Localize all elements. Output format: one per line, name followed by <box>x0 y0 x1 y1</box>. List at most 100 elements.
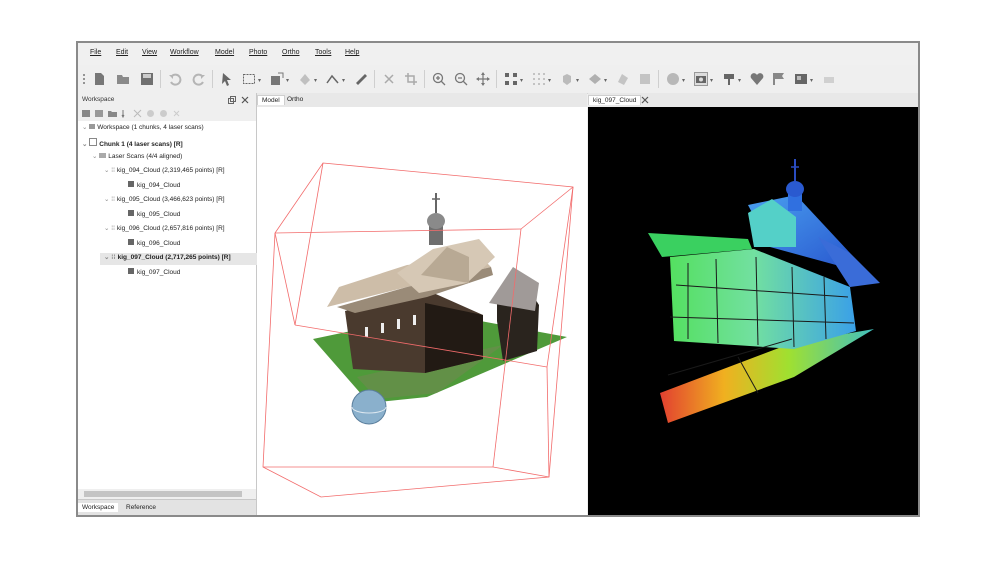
toolbar: ▾ ▾ ▾ ▾ ▾ ▾ ▾ ▾ ▾ ▾ ▾ ▾ <box>78 65 918 94</box>
tree-item-scan[interactable]: ⌄ ⁞⁞ kig_094_Cloud (2,319,465 points) [R] <box>104 166 225 178</box>
tree-item-scan[interactable]: ⌄ ⁞⁞ kig_095_Cloud (3,466,623 points) [R] <box>104 195 225 207</box>
tree-item-scan-image[interactable]: kig_094_Cloud <box>128 181 180 193</box>
polyline-icon[interactable] <box>326 72 340 86</box>
tree-item-workspace[interactable]: ⌄ Workspace (1 chunks, 4 laser scans) <box>82 123 204 135</box>
menu-file[interactable]: File <box>90 49 101 56</box>
chevron-down-icon[interactable]: ▾ <box>258 77 261 84</box>
shapes-icon[interactable] <box>722 72 736 86</box>
ortho-icon[interactable] <box>794 72 808 86</box>
save-icon[interactable] <box>140 72 154 86</box>
image-icon <box>128 268 134 274</box>
cloud-viewport[interactable] <box>588 107 918 515</box>
toolbar-separator <box>374 70 375 88</box>
point-cloud-icon: ⁞⁞ <box>111 196 115 203</box>
menu-tools[interactable]: Tools <box>315 49 331 56</box>
tab-cloud[interactable]: kig_097_Cloud <box>588 95 642 105</box>
menu-photo[interactable]: Photo <box>249 49 267 56</box>
menu-view[interactable]: View <box>142 49 157 56</box>
chevron-down-icon[interactable]: ▾ <box>810 77 813 84</box>
tab-workspace[interactable]: Workspace <box>78 503 119 512</box>
rotate-region-icon[interactable] <box>298 72 312 86</box>
remove-icon[interactable] <box>133 109 142 118</box>
select-icon[interactable] <box>220 72 234 86</box>
mask-icon[interactable] <box>616 72 630 86</box>
tree-item-scan[interactable]: ⌄ ⁞⁞ kig_096_Cloud (2,657,816 points) [R] <box>104 224 225 236</box>
chevron-down-icon[interactable]: ▾ <box>682 77 685 84</box>
markers-icon[interactable] <box>750 72 764 86</box>
image-icon <box>128 239 134 245</box>
navigation-sphere[interactable] <box>351 389 387 425</box>
reset-view-icon[interactable] <box>822 72 836 86</box>
workspace-tab-bar: Workspace Reference <box>78 499 256 515</box>
chevron-down-icon[interactable]: ▾ <box>576 77 579 84</box>
toolbar-grip-icon <box>83 74 85 84</box>
zoom-in-icon[interactable] <box>432 72 446 86</box>
cloud-dome <box>786 181 804 197</box>
tree-item-chunk[interactable]: ⌄ Chunk 1 (4 laser scans) [R] <box>82 138 183 150</box>
scrollbar-thumb[interactable] <box>84 491 242 497</box>
tab-ortho[interactable]: Ortho <box>283 95 307 104</box>
model-solid-icon[interactable] <box>560 72 574 86</box>
tree-item-scan-image[interactable]: kig_097_Cloud <box>128 268 180 280</box>
move-icon[interactable] <box>476 72 490 86</box>
model-viewport[interactable] <box>257 107 587 515</box>
rect-select-icon[interactable] <box>242 72 256 86</box>
undo-icon[interactable] <box>168 72 182 86</box>
disable-icon[interactable] <box>159 109 168 118</box>
menu-model[interactable]: Model <box>215 49 234 56</box>
ruler-icon[interactable] <box>354 72 368 86</box>
resize-region-icon[interactable] <box>270 72 284 86</box>
delete-icon[interactable] <box>382 72 396 86</box>
chevron-down-icon[interactable]: ▾ <box>738 77 741 84</box>
float-pane-icon[interactable] <box>228 96 236 104</box>
menu-edit[interactable]: Edit <box>116 49 128 56</box>
cloud-view-tabs: kig_097_Cloud <box>588 93 918 107</box>
toolbar-separator <box>424 70 425 88</box>
menu-ortho[interactable]: Ortho <box>282 49 300 56</box>
dem-icon[interactable] <box>666 72 680 86</box>
close-icon[interactable] <box>241 96 249 104</box>
tiled-model-icon[interactable] <box>638 72 652 86</box>
flag-icon[interactable] <box>772 72 786 86</box>
close-icon[interactable] <box>641 96 649 104</box>
point-cloud-icon: ⁞⁞ <box>111 167 115 174</box>
add-chunk-icon[interactable] <box>82 109 91 118</box>
redo-icon[interactable] <box>192 72 206 86</box>
chevron-down-icon[interactable]: ▾ <box>604 77 607 84</box>
sort-icon[interactable] <box>121 109 130 118</box>
image-icon <box>128 210 134 216</box>
cloud-view: kig_097_Cloud <box>588 93 918 515</box>
enable-icon[interactable] <box>146 109 155 118</box>
chevron-down-icon[interactable]: ▾ <box>710 77 713 84</box>
menu-help[interactable]: Help <box>345 49 359 56</box>
chevron-down-icon[interactable]: ▾ <box>286 77 289 84</box>
tree-item-scan-image[interactable]: kig_095_Cloud <box>128 210 180 222</box>
horizontal-scrollbar[interactable] <box>78 489 256 499</box>
tab-model[interactable]: Model <box>257 95 285 105</box>
model-view: Model Ortho <box>257 93 587 515</box>
point-cloud-icon: ⁞⁞ <box>111 225 115 232</box>
camera-icon[interactable] <box>694 72 708 86</box>
add-folder-icon[interactable] <box>108 109 117 118</box>
open-icon[interactable] <box>116 72 130 86</box>
grid-points-icon[interactable] <box>504 72 518 86</box>
chevron-down-icon[interactable]: ▾ <box>548 77 551 84</box>
close-icon[interactable] <box>172 109 181 118</box>
add-photos-icon[interactable] <box>95 109 104 118</box>
new-icon[interactable] <box>92 72 106 86</box>
image-icon <box>128 181 134 187</box>
tab-reference[interactable]: Reference <box>122 503 160 512</box>
chevron-down-icon[interactable]: ▾ <box>342 77 345 84</box>
tree-item-laser-scans[interactable]: ⌄ Laser Scans (4/4 aligned) <box>92 152 182 164</box>
menu-workflow[interactable]: Workflow <box>170 49 199 56</box>
tree-item-scan-selected[interactable]: ⌄ ⁞⁞ kig_097_Cloud (2,717,265 points) [R] <box>100 253 260 265</box>
zoom-out-icon[interactable] <box>454 72 468 86</box>
crop-icon[interactable] <box>404 72 418 86</box>
dense-cloud-icon[interactable] <box>532 72 546 86</box>
workspace-toolbar <box>78 107 256 121</box>
tree-item-scan-image[interactable]: kig_096_Cloud <box>128 239 180 251</box>
toolbar-separator <box>212 70 213 88</box>
chevron-down-icon[interactable]: ▾ <box>520 77 523 84</box>
model-textured-icon[interactable] <box>588 72 602 86</box>
chevron-down-icon[interactable]: ▾ <box>314 77 317 84</box>
